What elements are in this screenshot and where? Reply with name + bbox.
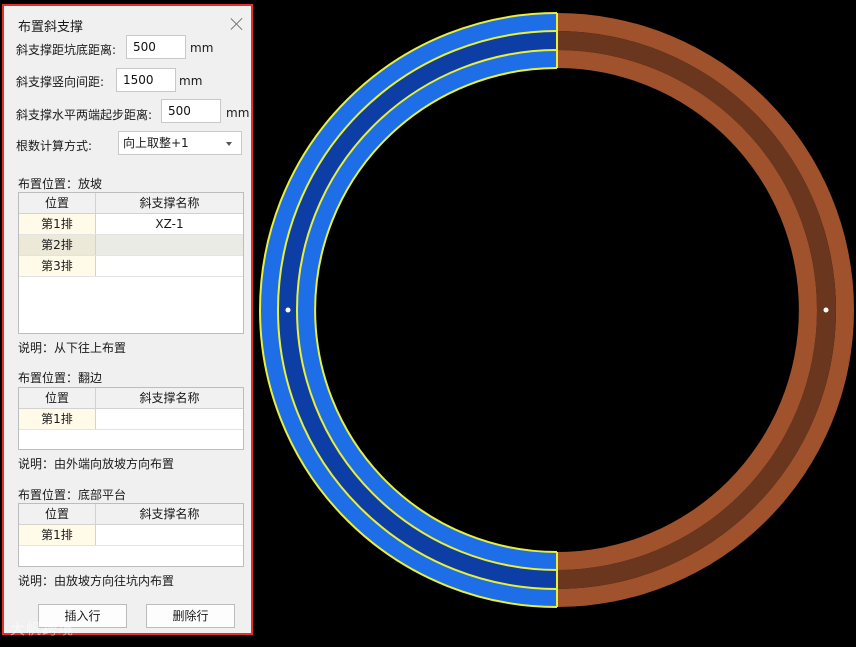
column-header-position: 位置 [19,504,96,524]
ring-left-middle-band[interactable] [278,31,557,589]
grip-handle-left[interactable] [285,307,291,313]
start-distance-input[interactable]: 500 [161,99,221,123]
note-bottom-platform: 说明：由放坡方向往坑内布置 [18,574,175,588]
note-flange: 说明：由外端向放坡方向布置 [18,457,175,471]
row-brace-name[interactable]: XZ-1 [96,214,243,234]
watermark: 大帆跨境 [10,620,75,638]
column-header-name: 斜支撑名称 [139,507,200,521]
slope-table: 位置 斜支撑名称 第1排 XZ-1 第2排 第3排 [18,192,244,334]
field-label-start-distance: 斜支撑水平两端起步距离: [16,108,153,122]
column-header-position: 位置 [19,388,96,408]
column-header-name: 斜支撑名称 [139,391,200,405]
row-brace-name[interactable] [96,235,243,255]
chevron-down-icon [226,142,232,146]
section-label-flange: 布置位置：翻边 [18,371,103,385]
row-brace-name[interactable] [96,409,243,429]
calc-method-label: 根数计算方式: [16,139,93,153]
table-header: 位置 斜支撑名称 [19,388,243,409]
table-row[interactable]: 第1排 [19,409,243,430]
delete-row-button[interactable]: 删除行 [146,604,235,628]
unit-label: mm [226,106,250,120]
row-position: 第1排 [19,525,96,545]
calc-method-value: 向上取整+1 [123,136,189,150]
table-row[interactable]: 第3排 [19,256,243,277]
table-header: 位置 斜支撑名称 [19,504,243,525]
model-viewport[interactable] [258,0,856,647]
table-header: 位置 斜支撑名称 [19,193,243,214]
vertical-spacing-input[interactable]: 1500 [116,68,176,92]
dialog-title: 布置斜支撑 [18,20,84,35]
grip-handle-right[interactable] [823,307,829,313]
unit-label: mm [179,74,203,88]
field-label-vertical-spacing: 斜支撑竖向间距: [16,75,105,89]
column-header-name: 斜支撑名称 [139,196,200,210]
highlight-outline-2 [277,30,558,590]
bottom-distance-input[interactable]: 500 [126,35,186,59]
column-header-position: 位置 [19,193,96,213]
table-row[interactable]: 第1排 XZ-1 [19,214,243,235]
unit-label: mm [190,41,214,55]
row-position: 第1排 [19,409,96,429]
field-label-bottom-distance: 斜支撑距坑底距离: [16,43,117,57]
table-row[interactable]: 第1排 [19,525,243,546]
calc-method-select[interactable]: 向上取整+1 [118,131,242,155]
section-label-slope: 布置位置：放坡 [18,177,103,191]
ring-right-middle-band [557,31,836,589]
flange-table: 位置 斜支撑名称 第1排 [18,387,244,450]
table-row[interactable]: 第2排 [19,235,243,256]
bottom-platform-table: 位置 斜支撑名称 第1排 [18,503,244,567]
row-position: 第3排 [19,256,96,276]
row-position: 第1排 [19,214,96,234]
note-slope: 说明：从下往上布置 [18,341,127,355]
layout-dialog: 布置斜支撑 斜支撑距坑底距离: 500 mm 斜支撑竖向间距: 1500 mm … [2,4,253,635]
row-brace-name[interactable] [96,525,243,545]
row-brace-name[interactable] [96,256,243,276]
close-icon[interactable] [230,17,244,31]
row-position: 第2排 [19,235,96,255]
section-label-bottom-platform: 布置位置：底部平台 [18,488,127,502]
